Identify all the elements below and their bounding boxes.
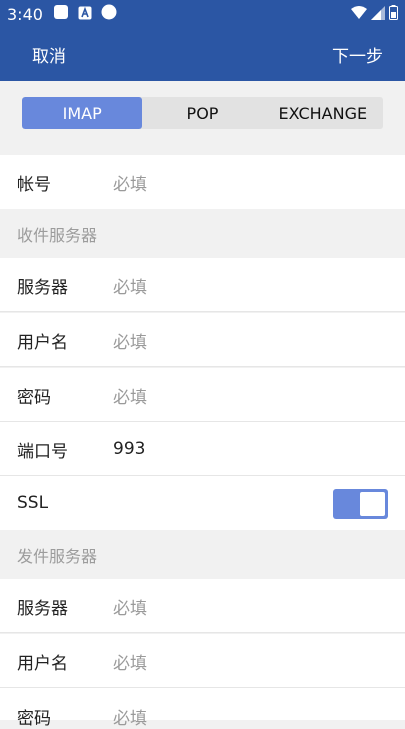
incoming-username-row[interactable]: 用户名 必填 [0,313,405,367]
incoming-server-input[interactable]: 必填 [113,273,147,298]
app-a-icon [78,5,92,24]
ssl-toggle[interactable] [333,489,388,519]
incoming-ssl-row: SSL [0,476,405,530]
outgoing-server-header: 发件服务器 [0,531,405,579]
cancel-button[interactable]: 取消 [32,42,66,67]
incoming-password-label: 密码 [17,387,51,408]
signal-icon [371,5,385,24]
status-bar: 3:40 [0,0,405,28]
account-input[interactable]: 必填 [113,170,147,195]
status-time: 3:40 [7,4,43,24]
outgoing-server-row[interactable]: 服务器 必填 [0,579,405,633]
outgoing-password-row[interactable]: 密码 必填 [0,688,405,729]
tab-pop[interactable]: POP [142,97,262,129]
wifi-icon [351,5,367,24]
incoming-server-label: 服务器 [17,277,68,298]
incoming-server-header: 收件服务器 [0,210,405,258]
incoming-server-row[interactable]: 服务器 必填 [0,258,405,312]
incoming-password-row[interactable]: 密码 必填 [0,368,405,422]
circle-icon [101,4,117,24]
battery-icon [389,4,398,24]
account-row[interactable]: 帐号 必填 [0,155,405,209]
tab-exchange[interactable]: EXCHANGE [263,97,383,129]
outgoing-server-input[interactable]: 必填 [113,594,147,619]
account-label: 帐号 [17,174,51,195]
outgoing-password-label: 密码 [17,709,51,729]
incoming-port-input[interactable]: 993 [113,439,145,459]
outgoing-username-label: 用户名 [17,653,68,674]
outgoing-username-row[interactable]: 用户名 必填 [0,634,405,688]
incoming-username-label: 用户名 [17,332,68,353]
top-app-bar: 取消 下一步 [0,28,405,81]
outgoing-username-input[interactable]: 必填 [113,649,147,674]
ssl-toggle-knob [360,492,385,516]
notification-square-icon [53,4,69,24]
incoming-port-label: 端口号 [17,441,68,462]
incoming-port-row[interactable]: 端口号 993 [0,422,405,476]
outgoing-password-input[interactable]: 必填 [113,704,147,729]
incoming-password-input[interactable]: 必填 [113,383,147,408]
protocol-selector-area: IMAP POP EXCHANGE [0,81,405,155]
incoming-username-input[interactable]: 必填 [113,328,147,353]
next-step-button[interactable]: 下一步 [332,42,383,67]
protocol-segmented-control: IMAP POP EXCHANGE [22,97,383,129]
tab-imap[interactable]: IMAP [22,97,143,129]
outgoing-server-label: 服务器 [17,598,68,619]
incoming-ssl-label: SSL [17,493,49,513]
